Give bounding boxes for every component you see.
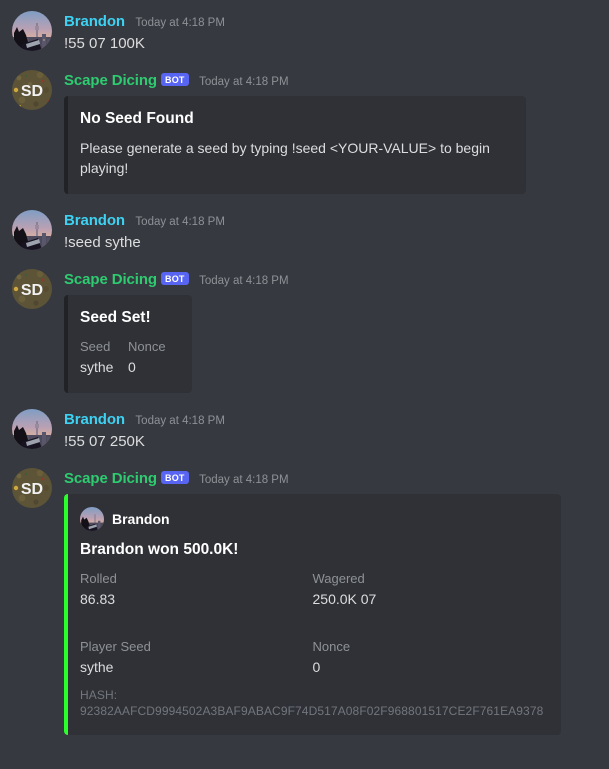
embed-seed-set: Seed Set! Seed sythe Nonce 0 <box>64 295 192 393</box>
cat-skyline-avatar <box>80 507 104 531</box>
message-header: Scape Dicing BOT Today at 4:18 PM <box>64 469 599 490</box>
message-timestamp: Today at 4:18 PM <box>199 474 289 486</box>
embed-author-avatar <box>80 507 104 531</box>
message: Brandon Today at 4:18 PM !55 07 100K <box>0 10 609 56</box>
embed-description: Please generate a seed by typing !seed <… <box>80 140 490 176</box>
field-wagered: Wagered 250.0K 07 <box>313 570 546 609</box>
svg-text:SD: SD <box>21 481 43 498</box>
message-header: Scape Dicing BOT Today at 4:18 PM <box>64 270 599 291</box>
embed-title: Brandon won 500.0K! <box>80 541 239 558</box>
message-text: !55 07 250K <box>64 433 145 450</box>
cat-skyline-avatar <box>12 210 52 250</box>
field-nonce: Nonce 0 <box>128 338 176 377</box>
message-header: Brandon Today at 4:18 PM <box>64 12 599 33</box>
embed-fields: Seed sythe Nonce 0 <box>80 338 176 377</box>
message-author[interactable]: Scape Dicing <box>64 470 157 487</box>
message-timestamp: Today at 4:18 PM <box>135 216 225 228</box>
message-author[interactable]: Brandon <box>64 411 125 428</box>
message-author[interactable]: Brandon <box>64 13 125 30</box>
svg-text:SD: SD <box>21 83 43 100</box>
message-list: Brandon Today at 4:18 PM !55 07 100K SD <box>0 0 609 737</box>
message-timestamp: Today at 4:18 PM <box>199 76 289 88</box>
bot-badge: BOT <box>161 73 189 86</box>
field-label: Nonce <box>128 339 166 354</box>
field-rolled: Rolled 86.83 <box>80 570 313 609</box>
field-label: Seed <box>80 339 111 354</box>
avatar[interactable]: SD <box>12 269 52 309</box>
field-value: sythe <box>80 359 114 375</box>
sd-bot-avatar: SD <box>12 70 52 110</box>
message-timestamp: Today at 4:18 PM <box>199 275 289 287</box>
avatar[interactable]: SD <box>12 468 52 508</box>
avatar[interactable]: SD <box>12 70 52 110</box>
svg-text:SD: SD <box>21 282 43 299</box>
field-label: Player Seed <box>80 639 151 654</box>
message-header: Brandon Today at 4:18 PM <box>64 211 599 232</box>
field-value: 0 <box>128 359 136 375</box>
field-nonce: Nonce 0 <box>313 638 546 677</box>
sd-bot-avatar: SD <box>12 468 52 508</box>
field-value: sythe <box>80 659 114 675</box>
embed-author: Brandon <box>80 507 545 531</box>
field-seed: Seed sythe <box>80 338 128 377</box>
embed-no-seed-found: No Seed Found Please generate a seed by … <box>64 96 526 194</box>
embed-author-name: Brandon <box>112 511 170 527</box>
message-author[interactable]: Scape Dicing <box>64 271 157 288</box>
message: Brandon Today at 4:18 PM !55 07 250K <box>0 408 609 454</box>
avatar[interactable] <box>12 210 52 250</box>
cat-skyline-avatar <box>12 409 52 449</box>
message-timestamp: Today at 4:18 PM <box>135 17 225 29</box>
message-author[interactable]: Scape Dicing <box>64 72 157 89</box>
field-label: Nonce <box>312 639 351 654</box>
bot-badge: BOT <box>161 272 189 285</box>
avatar[interactable] <box>12 11 52 51</box>
cat-skyline-avatar <box>12 11 52 51</box>
message: SD Scape Dicing BOT Today at 4:18 PM Bra… <box>0 467 609 737</box>
message-author[interactable]: Brandon <box>64 212 125 229</box>
field-label: Wagered <box>312 571 365 586</box>
embed-fields-row-2: Player Seed sythe Nonce 0 <box>80 638 545 677</box>
message: Brandon Today at 4:18 PM !seed sythe <box>0 209 609 255</box>
sd-bot-avatar: SD <box>12 269 52 309</box>
embed-win-result: Brandon Brandon won 500.0K! Rolled 86.83… <box>64 494 561 735</box>
field-label: Rolled <box>80 571 117 586</box>
field-value: 0 <box>312 659 321 675</box>
message-header: Brandon Today at 4:18 PM <box>64 410 599 431</box>
embed-footer-hash: HASH: 92382AAFCD9994502A3BAF9ABAC9F74D51… <box>80 688 544 718</box>
message-text: !seed sythe <box>64 234 141 251</box>
message: SD Scape Dicing BOT Today at 4:18 PM Seed… <box>0 268 609 395</box>
message-text: !55 07 100K <box>64 35 145 52</box>
message: SD Scape Dicing BOT Today at 4:18 PM No S… <box>0 69 609 196</box>
field-value: 86.83 <box>80 591 116 607</box>
message-header: Scape Dicing BOT Today at 4:18 PM <box>64 71 599 92</box>
field-value: 250.0K 07 <box>312 591 377 607</box>
bot-badge: BOT <box>161 471 189 484</box>
embed-title: No Seed Found <box>80 110 194 127</box>
field-player-seed: Player Seed sythe <box>80 638 313 677</box>
embed-title: Seed Set! <box>80 309 151 326</box>
embed-fields-row-1: Rolled 86.83 Wagered 250.0K 07 <box>80 570 545 609</box>
message-timestamp: Today at 4:18 PM <box>135 415 225 427</box>
avatar[interactable] <box>12 409 52 449</box>
